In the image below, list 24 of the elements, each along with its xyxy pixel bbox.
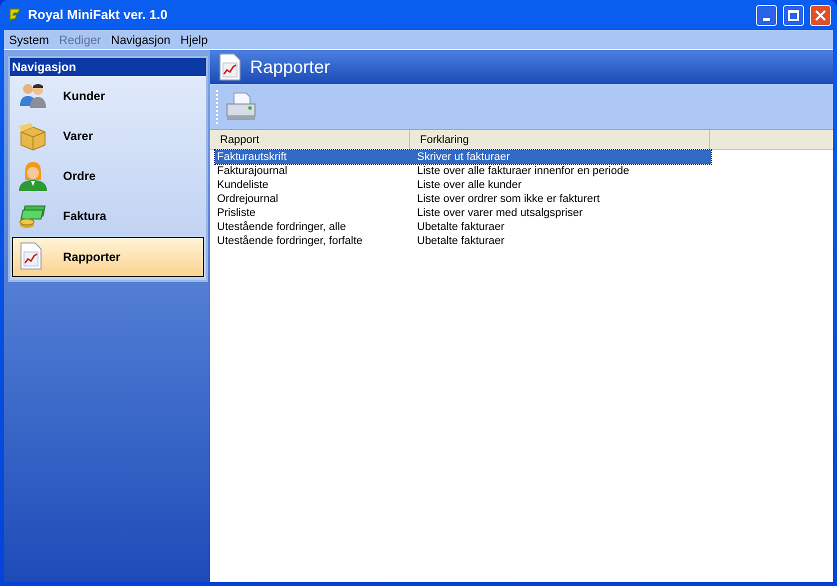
menu-item[interactable]: Hjelp [180,30,208,48]
headset-person-icon [17,160,49,192]
table-row[interactable]: Prisliste Liste over varer med utsalgspriser [215,206,711,220]
table-row[interactable]: Utestående fordringer, alle Ubetalte fakturaer [215,220,711,234]
minimize-button[interactable] [756,4,777,26]
panel-title: Navigasjon [10,58,206,76]
menu-item[interactable]: Navigasjon [111,30,170,48]
table-row[interactable]: Ordrejournal Liste over ordrer som ikke er fakturert [215,192,711,206]
table-row[interactable]: Kundeliste Liste over alle kunder [215,178,711,192]
table-row[interactable]: Utestående fordringer, forfalte Ubetalte fakturaer [215,234,711,248]
close-icon [815,10,826,20]
nav-item[interactable]: Rapporter [12,237,204,277]
table-row[interactable]: Fakturautskrift Skriver ut fakturaer [215,150,711,164]
table-row[interactable]: Fakturajournal Liste over alle fakturaer innenfor en periode [215,164,711,178]
nav-item[interactable]: Ordre [12,156,204,196]
menu-item[interactable]: System [9,30,50,48]
app-icon [8,8,22,22]
nav-item[interactable]: Varer [12,116,204,156]
nav-item[interactable]: Kunder [12,76,204,116]
close-button[interactable] [810,4,831,26]
window-title: Royal MiniFakt ver. 1.0 [28,6,168,24]
maximize-button[interactable] [783,4,804,26]
nav-item[interactable]: Faktura [12,196,204,236]
page-title: Rapporter [250,56,330,79]
